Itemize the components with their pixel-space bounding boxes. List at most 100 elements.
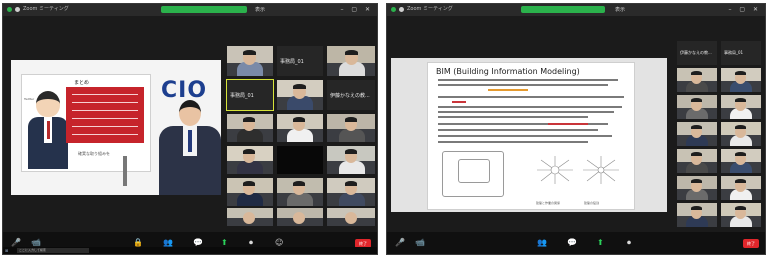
participant-tile[interactable]: 伊藤かなえの教...: [327, 80, 375, 110]
video-icon[interactable]: 📹: [31, 238, 41, 247]
participant-tile[interactable]: 事務局_01: [721, 41, 761, 65]
zoom-window-left: Zoom ミーティング 表示 – ▢ ✕ Twitter まとめ 確実な取り組み…: [2, 3, 378, 255]
red-text-line: [452, 101, 466, 103]
text-line: [438, 141, 588, 143]
participants-icon[interactable]: 👥: [537, 238, 547, 247]
illustration-head: [36, 91, 60, 117]
mute-icon[interactable]: 🎤: [395, 238, 405, 247]
security-icon[interactable]: 🔒: [133, 238, 143, 247]
participant-tile[interactable]: [721, 95, 761, 119]
text-line: [438, 129, 598, 131]
slide-caption: 確実な取り組みを: [78, 151, 110, 156]
reactions-icon[interactable]: ☺: [275, 238, 283, 247]
title-bar: Zoom ミーティング 表示 – ▢ ✕: [3, 4, 377, 16]
chat-icon[interactable]: 💬: [567, 238, 577, 247]
mute-icon[interactable]: 🎤: [11, 238, 21, 247]
taskbar-search[interactable]: ここに入力して検索: [17, 248, 89, 253]
participant-tile[interactable]: 伊藤かなえの教...: [677, 41, 717, 65]
windows-start-icon[interactable]: ⊞: [5, 248, 8, 253]
slide-title: まとめ: [74, 80, 90, 86]
speaker-video: Twitter まとめ 確実な取り組みを CIO: [11, 60, 221, 195]
video-icon[interactable]: 📹: [415, 238, 425, 247]
text-line: [438, 84, 608, 86]
participant-tile[interactable]: [327, 208, 375, 226]
participant-name: 事務局_01: [230, 93, 254, 99]
illustration-tie: [47, 121, 50, 139]
title-bar: Zoom ミーティング 表示 – ▢ ✕: [387, 4, 765, 16]
view-button[interactable]: 表示: [615, 6, 625, 13]
window-title: Zoom ミーティング: [23, 6, 69, 12]
participant-tile[interactable]: [327, 114, 375, 142]
diagram-caption: 建築の役割: [584, 201, 600, 205]
participant-gallery[interactable]: 事務局_01 事務局_01 伊藤かなえの教...: [226, 46, 377, 228]
participant-name: 事務局_01: [724, 50, 744, 55]
text-line: [438, 79, 618, 81]
participant-tile[interactable]: [677, 122, 717, 146]
window-controls[interactable]: – ▢ ✕: [340, 6, 373, 13]
participant-name: 事務局_01: [280, 59, 304, 65]
participant-tile[interactable]: [677, 203, 717, 227]
chat-icon[interactable]: 💬: [193, 238, 203, 247]
network-diagram: [583, 156, 619, 184]
participant-tile-active[interactable]: 事務局_01: [226, 79, 274, 111]
record-icon[interactable]: ⏺: [627, 238, 631, 248]
slide-title: BIM (Building Information Modeling): [436, 67, 580, 76]
recording-indicator[interactable]: [521, 6, 605, 13]
participant-name: 伊藤かなえの教...: [680, 50, 712, 55]
participants-icon[interactable]: 👥: [163, 238, 173, 247]
participant-tile[interactable]: [277, 208, 323, 226]
info-icon[interactable]: [399, 7, 404, 12]
backdrop-logo: CIO: [161, 78, 208, 103]
participant-tile[interactable]: [677, 149, 717, 173]
participant-tile[interactable]: [227, 146, 273, 174]
participant-tile[interactable]: [227, 178, 273, 206]
end-meeting-button[interactable]: 終了: [743, 239, 759, 248]
participant-tile[interactable]: [721, 149, 761, 173]
share-screen-icon[interactable]: ⬆: [221, 238, 228, 247]
info-icon[interactable]: [15, 7, 20, 12]
screen-share-area: BIM (Building Information Modeling) 建築と作…: [391, 58, 667, 212]
view-button[interactable]: 表示: [255, 6, 265, 13]
zoom-window-right: Zoom ミーティング 表示 – ▢ ✕ BIM (Building Infor…: [386, 3, 766, 255]
text-line: [438, 106, 622, 108]
participant-tile[interactable]: [677, 68, 717, 92]
stand-left: [123, 156, 127, 186]
participant-tile[interactable]: [721, 203, 761, 227]
recording-indicator[interactable]: [161, 6, 247, 13]
participant-tile[interactable]: [327, 146, 375, 174]
participant-tile[interactable]: [277, 178, 323, 206]
shared-document: BIM (Building Information Modeling) 建築と作…: [427, 62, 635, 210]
window-title: Zoom ミーティング: [407, 6, 453, 12]
participant-tile[interactable]: [227, 114, 273, 142]
shared-slide: Twitter まとめ 確実な取り組みを: [21, 74, 151, 172]
participant-tile[interactable]: [677, 176, 717, 200]
participant-tile[interactable]: [277, 80, 323, 110]
participant-tile[interactable]: [721, 68, 761, 92]
window-controls[interactable]: – ▢ ✕: [728, 6, 761, 13]
text-line: [438, 96, 624, 98]
participant-tile-video-off[interactable]: [277, 146, 323, 174]
participant-tile[interactable]: [327, 178, 375, 206]
participant-tile[interactable]: [227, 46, 273, 76]
participant-tile[interactable]: [227, 208, 273, 226]
participant-tile[interactable]: [721, 122, 761, 146]
participant-tile[interactable]: [277, 114, 323, 142]
participant-tile[interactable]: [677, 95, 717, 119]
share-screen-icon[interactable]: ⬆: [597, 238, 604, 247]
highlight-line: [488, 89, 528, 91]
security-shield-icon[interactable]: [391, 7, 396, 12]
participant-tile[interactable]: [327, 46, 375, 76]
text-line: [438, 111, 614, 113]
security-shield-icon[interactable]: [7, 7, 12, 12]
meeting-toolbar: 🎤 📹 👥 💬 ⬆ ⏺ 終了: [387, 232, 765, 254]
participant-name: 伊藤かなえの教...: [330, 93, 370, 99]
speaker-tie: [188, 130, 192, 152]
participant-tile[interactable]: [721, 176, 761, 200]
speaker-head: [179, 100, 201, 126]
taskbar: ⊞ ここに入力して検索: [3, 247, 377, 254]
slide-bullet-box: [66, 87, 144, 143]
red-text-line: [548, 123, 588, 125]
diagram-caption: 建築と作業の関係: [536, 201, 561, 205]
participant-tile[interactable]: 事務局_01: [277, 46, 323, 76]
text-line: [438, 116, 588, 118]
